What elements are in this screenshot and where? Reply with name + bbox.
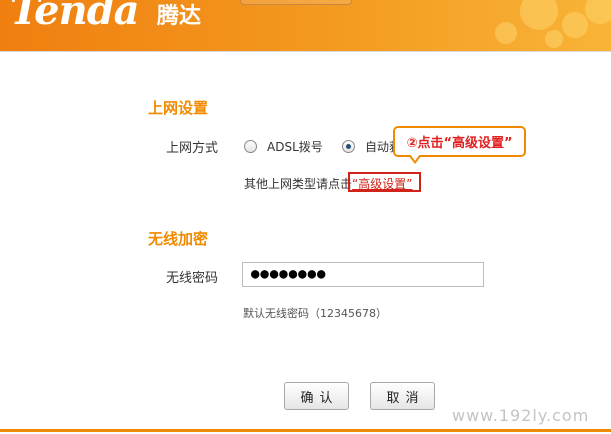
footer-divider	[0, 429, 611, 432]
radio-adsl[interactable]: ADSL拨号	[244, 138, 323, 155]
internet-mode-label: 上网方式	[166, 141, 219, 156]
radio-adsl-label: ADSL拨号	[267, 140, 323, 154]
radio-auto-control[interactable]	[342, 140, 355, 153]
cancel-button[interactable]: 取消	[370, 382, 435, 410]
header-bar: Tenda 腾达	[0, 0, 611, 51]
decor-bubble	[545, 30, 563, 48]
decor-bubble	[585, 0, 611, 24]
internet-section-title: 上网设置	[148, 99, 209, 117]
confirm-button[interactable]: 确认	[284, 382, 349, 410]
watermark-text: www.192ly.com	[452, 406, 590, 425]
brand-logo-cn: 腾达	[157, 4, 202, 29]
annotation-callout: ②点击“高级设置”	[393, 126, 526, 157]
decor-bubble	[562, 12, 588, 38]
decor-bubble	[520, 0, 558, 30]
advanced-highlight-box	[348, 172, 421, 192]
other-types-text: 其他上网类型请点击	[244, 177, 353, 191]
wireless-password-input[interactable]: ●●●●●●●●	[242, 262, 484, 287]
radio-adsl-control[interactable]	[244, 140, 257, 153]
decor-bubble	[495, 22, 517, 44]
brand-logo: Tenda	[10, 0, 140, 34]
callout-pointer-inner	[410, 154, 420, 161]
wireless-password-label: 无线密码	[166, 271, 219, 286]
wireless-section-title: 无线加密	[148, 230, 209, 248]
header-divider	[0, 51, 611, 52]
default-password-hint: 默认无线密码（12345678）	[243, 307, 387, 320]
header-tab	[240, 0, 352, 5]
